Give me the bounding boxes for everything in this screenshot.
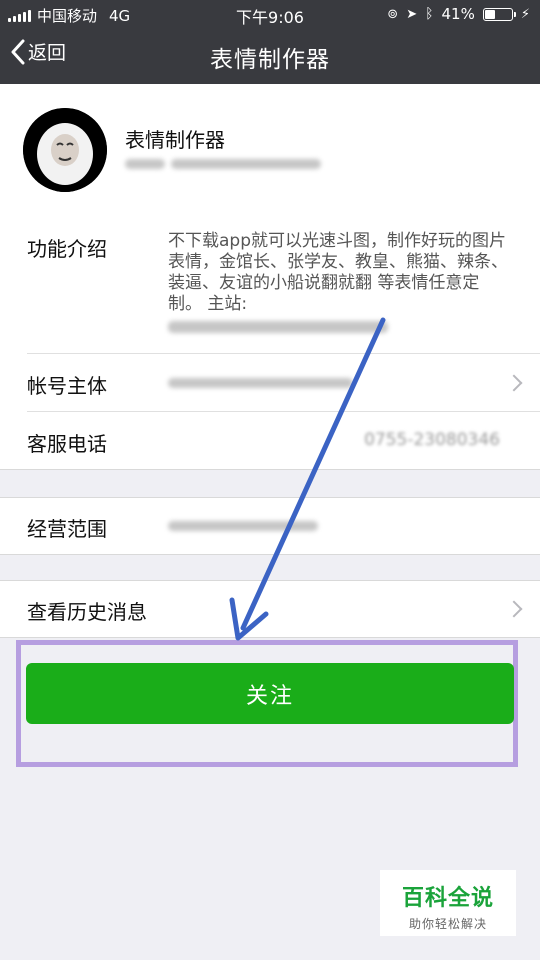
- chevron-right-icon: [505, 600, 523, 618]
- panda-meme-avatar-icon: [23, 108, 107, 192]
- business-scope-card: 经营范围: [0, 497, 540, 555]
- location-icon: ➤: [406, 6, 418, 22]
- wechat-id-blurred: [125, 156, 325, 172]
- navigation-bar: 返回 表情制作器: [0, 28, 540, 84]
- watermark-logo: 百科全说 助你轻松解决: [380, 870, 516, 936]
- history-card[interactable]: 查看历史消息: [0, 580, 540, 638]
- account-entity-blurred: [168, 378, 353, 388]
- account-entity-row[interactable]: 帐号主体: [0, 354, 540, 411]
- status-bar: 中国移动 4G 下午9:06 ⊚ ➤ ᛒ 41% ⚡: [0, 0, 540, 28]
- phone-value: 0755-23080346: [364, 430, 500, 450]
- intro-row: 功能介绍 不下载app就可以光速斗图，制作好玩的图片表情，金馆长、张学友、教皇、…: [0, 213, 540, 353]
- battery-percent: 41%: [441, 5, 475, 23]
- info-card: 功能介绍 不下载app就可以光速斗图，制作好玩的图片表情，金馆长、张学友、教皇、…: [0, 213, 540, 470]
- intro-label: 功能介绍: [27, 237, 107, 261]
- watermark-title: 百科全说: [401, 886, 494, 911]
- lock-rotation-icon: ⊚: [387, 6, 399, 22]
- account-name: 表情制作器: [125, 128, 225, 152]
- chevron-right-icon: [505, 374, 523, 392]
- business-scope-label: 经营范围: [27, 517, 107, 541]
- bluetooth-icon: ᛒ: [425, 6, 434, 22]
- phone-label: 客服电话: [27, 432, 107, 456]
- phone-row[interactable]: 客服电话 0755-23080346: [0, 412, 540, 469]
- watermark-subtitle: 助你轻松解决: [408, 917, 487, 931]
- history-messages-label: 查看历史消息: [27, 600, 147, 624]
- top-bar: 中国移动 4G 下午9:06 ⊚ ➤ ᛒ 41% ⚡ 返回 表情制作器: [0, 0, 540, 84]
- account-entity-label: 帐号主体: [27, 374, 107, 398]
- business-scope-blurred: [168, 521, 318, 531]
- avatar: [23, 108, 107, 192]
- battery-icon: [482, 7, 516, 21]
- charging-icon: ⚡: [520, 6, 530, 22]
- page-title: 表情制作器: [210, 47, 330, 73]
- profile-card: 表情制作器: [0, 84, 540, 214]
- intro-text: 不下载app就可以光速斗图，制作好玩的图片表情，金馆长、张学友、教皇、熊猫、辣条…: [168, 231, 513, 333]
- follow-button[interactable]: 关注: [26, 663, 514, 724]
- site-url-blurred: [168, 321, 388, 333]
